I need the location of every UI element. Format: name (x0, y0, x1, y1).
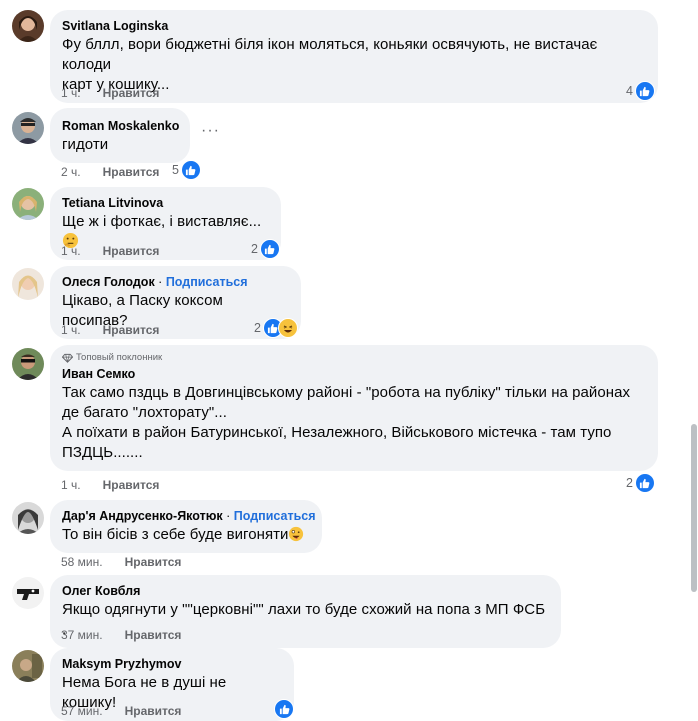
comment-meta: 1 ч. Нравится (61, 85, 159, 101)
comment-text-line: де багато "лохторату"... (62, 404, 227, 421)
comment-time[interactable]: 1 ч. (61, 86, 81, 100)
crazy-face-emoji-icon (288, 526, 304, 543)
like-button[interactable]: Нравится (125, 628, 182, 642)
haha-reaction-icon (277, 318, 298, 338)
avatar[interactable] (12, 112, 44, 144)
like-reaction-icon (259, 239, 280, 259)
scrollbar[interactable] (690, 0, 698, 710)
separator-dot: · (154, 275, 166, 289)
comment-time[interactable]: 57 мин. (61, 704, 103, 718)
comment-time[interactable]: 1 ч. (61, 244, 81, 258)
comment-meta: 1 ч. Нравится (61, 322, 159, 338)
reaction-summary[interactable]: 5 (172, 160, 201, 180)
reaction-summary[interactable]: 4 (626, 81, 655, 101)
scrollbar-thumb[interactable] (691, 424, 697, 592)
comment-meta: 2 ч. Нравится (61, 164, 159, 180)
comment-bubble: Roman Moskalenko гидоти (50, 108, 190, 163)
like-button[interactable]: Нравится (125, 704, 182, 718)
comment-text-line: гидоти (62, 136, 109, 153)
avatar[interactable] (12, 10, 44, 42)
comment-meta: 57 мин. Нравится (61, 703, 181, 719)
reaction-summary[interactable]: 2 (254, 318, 298, 338)
separator-dot: · (222, 509, 234, 523)
comment-time[interactable]: 2 ч. (61, 165, 81, 179)
comment-text: То він бісів з себе буде вигоняти (62, 526, 289, 543)
like-button[interactable]: Нравится (125, 555, 182, 569)
comment-author[interactable]: Иван Семко (62, 366, 646, 382)
reaction-summary[interactable]: 2 (251, 239, 280, 259)
comment-meta: 58 мин. Нравится (61, 554, 181, 570)
like-reaction-icon (634, 473, 655, 493)
comment-author-name[interactable]: Олеся Голодок (62, 275, 155, 289)
follow-button[interactable]: Подписаться (234, 509, 316, 523)
comment-author[interactable]: Svitlana Loginska (62, 18, 646, 34)
comment-time[interactable]: 58 мин. (61, 555, 103, 569)
more-options-button[interactable]: ··· (201, 122, 220, 140)
reaction-count: 2 (254, 321, 261, 335)
like-button[interactable]: Нравится (103, 323, 160, 337)
comment-text-line: То він бісів з себе буде вигоняти (62, 525, 310, 545)
avatar[interactable] (12, 268, 44, 300)
comment-text-line: ПЗДЦЬ....... (62, 444, 143, 461)
badge-label: Топовый поклонник (76, 352, 163, 363)
comment-author[interactable]: Roman Moskalenko (62, 118, 179, 134)
like-reaction-icon (634, 81, 655, 101)
avatar[interactable] (12, 650, 44, 682)
comment-time[interactable]: 37 мин. (61, 628, 103, 642)
avatar[interactable] (12, 577, 44, 609)
top-fan-badge[interactable]: Топовый поклонник (62, 352, 646, 364)
reaction-summary[interactable]: 2 (626, 473, 655, 493)
comment-author[interactable]: Олег Ковбля (62, 583, 549, 599)
reaction-count: 2 (626, 476, 633, 490)
comment-meta: 1 ч. Нравится (61, 243, 159, 259)
comment-bubble: Дар'я Андрусенко-Якотюк · Подписаться То… (50, 500, 322, 553)
comment-meta: 37 мин. Нравится (61, 627, 181, 643)
avatar[interactable] (12, 348, 44, 380)
comment-text: Ще ж і фоткає, і виставляє... (62, 213, 262, 230)
comment-bubble: Топовый поклонник Иван Семко Так само пз… (50, 345, 658, 471)
reaction-count: 4 (626, 84, 633, 98)
comment-time[interactable]: 1 ч. (61, 323, 81, 337)
like-button[interactable]: Нравится (103, 244, 160, 258)
like-button[interactable]: Нравится (103, 165, 160, 179)
comment-author[interactable]: Tetiana Litvinova (62, 195, 269, 211)
avatar[interactable] (12, 188, 44, 220)
comment-time[interactable]: 1 ч. (61, 478, 81, 492)
comment-author[interactable]: Maksym Pryzhymov (62, 656, 282, 672)
comment-text-line: Фу бллл, вори бюджетні біля ікон молятьс… (62, 36, 598, 73)
avatar[interactable] (12, 502, 44, 534)
like-button[interactable]: Нравится (103, 478, 160, 492)
comment-text-line: Так само пздць в Довгинцівському районі … (62, 384, 631, 401)
comment-meta: 1 ч. Нравится (61, 477, 159, 493)
reaction-count: 5 (172, 163, 179, 177)
comment-author[interactable]: Дар'я Андрусенко-Якотюк · Подписаться (62, 508, 316, 524)
comment-author-name[interactable]: Дар'я Андрусенко-Якотюк (62, 509, 223, 523)
like-button[interactable]: Нравится (103, 86, 160, 100)
follow-button[interactable]: Подписаться (166, 275, 248, 289)
like-reaction-icon (274, 699, 294, 719)
like-reaction-icon (180, 160, 201, 180)
reaction-summary[interactable] (274, 699, 294, 719)
reaction-count: 2 (251, 242, 258, 256)
comment-author[interactable]: Олеся Голодок · Подписаться (62, 274, 289, 290)
diamond-icon (62, 353, 73, 363)
comment-text-line: А поїхати в район Батуринської, Незалежн… (62, 424, 612, 441)
